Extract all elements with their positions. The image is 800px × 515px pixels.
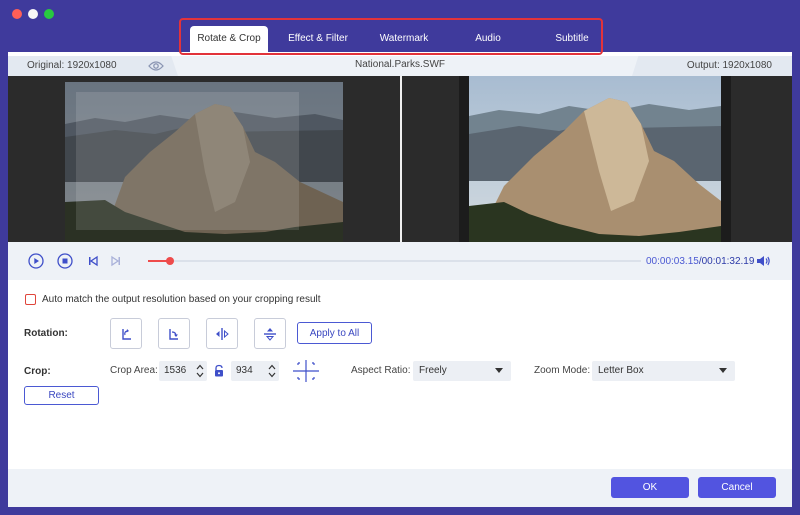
flip-vertical-button[interactable] [254, 318, 286, 349]
window-controls [12, 9, 54, 19]
playback-controls: 00:00:03.15/00:01:32.19 [8, 242, 792, 280]
current-time: 00:00:03.15 [646, 256, 699, 267]
reset-button[interactable]: Reset [24, 386, 99, 405]
crop-width-value: 1536 [164, 365, 187, 376]
total-time: /00:01:32.19 [698, 256, 755, 267]
aspect-ratio-select[interactable]: Freely [413, 361, 511, 381]
flip-horizontal-button[interactable] [206, 318, 238, 349]
crop-height-stepper-icon[interactable] [267, 362, 277, 380]
rotate-right-icon [169, 328, 178, 340]
ok-button[interactable]: OK [611, 477, 689, 498]
maximize-window-button[interactable] [44, 9, 54, 19]
preview-divider [400, 76, 402, 242]
time-display: 00:00:03.15/00:01:32.19 [646, 256, 754, 267]
zoom-mode-label: Zoom Mode: [534, 365, 591, 376]
auto-match-label: Auto match the output resolution based o… [42, 294, 321, 305]
crop-area-label: Crop Area: [110, 365, 158, 376]
output-preview-image [459, 76, 731, 242]
chevron-down-icon [495, 368, 503, 373]
close-window-button[interactable] [12, 9, 22, 19]
flip-vertical-icon [264, 327, 276, 341]
rotate-left-icon [122, 328, 131, 340]
original-resolution-text: Original: 1920x1080 [27, 60, 117, 71]
original-preview-image[interactable] [65, 82, 343, 242]
next-frame-icon[interactable] [108, 253, 124, 269]
output-resolution: Output: 1920x1080 [632, 56, 792, 76]
auto-match-checkbox[interactable] [25, 294, 36, 305]
rotation-label: Rotation: [24, 328, 68, 339]
center-crop-icon[interactable] [292, 359, 320, 383]
crop-label: Crop: [24, 366, 51, 377]
video-preview [8, 76, 792, 242]
progress-handle[interactable] [165, 257, 174, 265]
minimize-window-button[interactable] [28, 9, 38, 19]
output-resolution-text: Output: 1920x1080 [686, 60, 772, 71]
rotate-left-button[interactable] [110, 318, 142, 349]
auto-match-option[interactable]: Auto match the output resolution based o… [25, 294, 321, 305]
chevron-down-icon [719, 368, 727, 373]
crop-width-input[interactable]: 1536 [159, 361, 207, 381]
stop-icon[interactable] [57, 253, 73, 269]
aspect-ratio-label: Aspect Ratio: [351, 365, 411, 376]
aspect-ratio-value: Freely [419, 365, 447, 376]
flip-horizontal-icon [216, 327, 229, 340]
previous-frame-icon[interactable] [85, 253, 101, 269]
lock-aspect-icon[interactable] [212, 364, 226, 378]
crop-width-stepper-icon[interactable] [195, 362, 205, 380]
apply-to-all-button[interactable]: Apply to All [297, 322, 372, 344]
volume-icon[interactable] [755, 254, 771, 268]
progress-slider[interactable] [148, 257, 641, 265]
crop-height-value: 934 [236, 365, 253, 376]
eye-icon[interactable] [148, 60, 164, 72]
cancel-button[interactable]: Cancel [698, 477, 776, 498]
play-icon[interactable] [28, 253, 44, 269]
rotate-right-button[interactable] [158, 318, 190, 349]
zoom-mode-select[interactable]: Letter Box [592, 361, 735, 381]
tab-highlight-frame [179, 18, 603, 55]
preview-info-bar: National.Parks.SWF Original: 1920x1080 O… [8, 56, 792, 76]
zoom-mode-value: Letter Box [598, 365, 644, 376]
crop-height-input[interactable]: 934 [231, 361, 279, 381]
